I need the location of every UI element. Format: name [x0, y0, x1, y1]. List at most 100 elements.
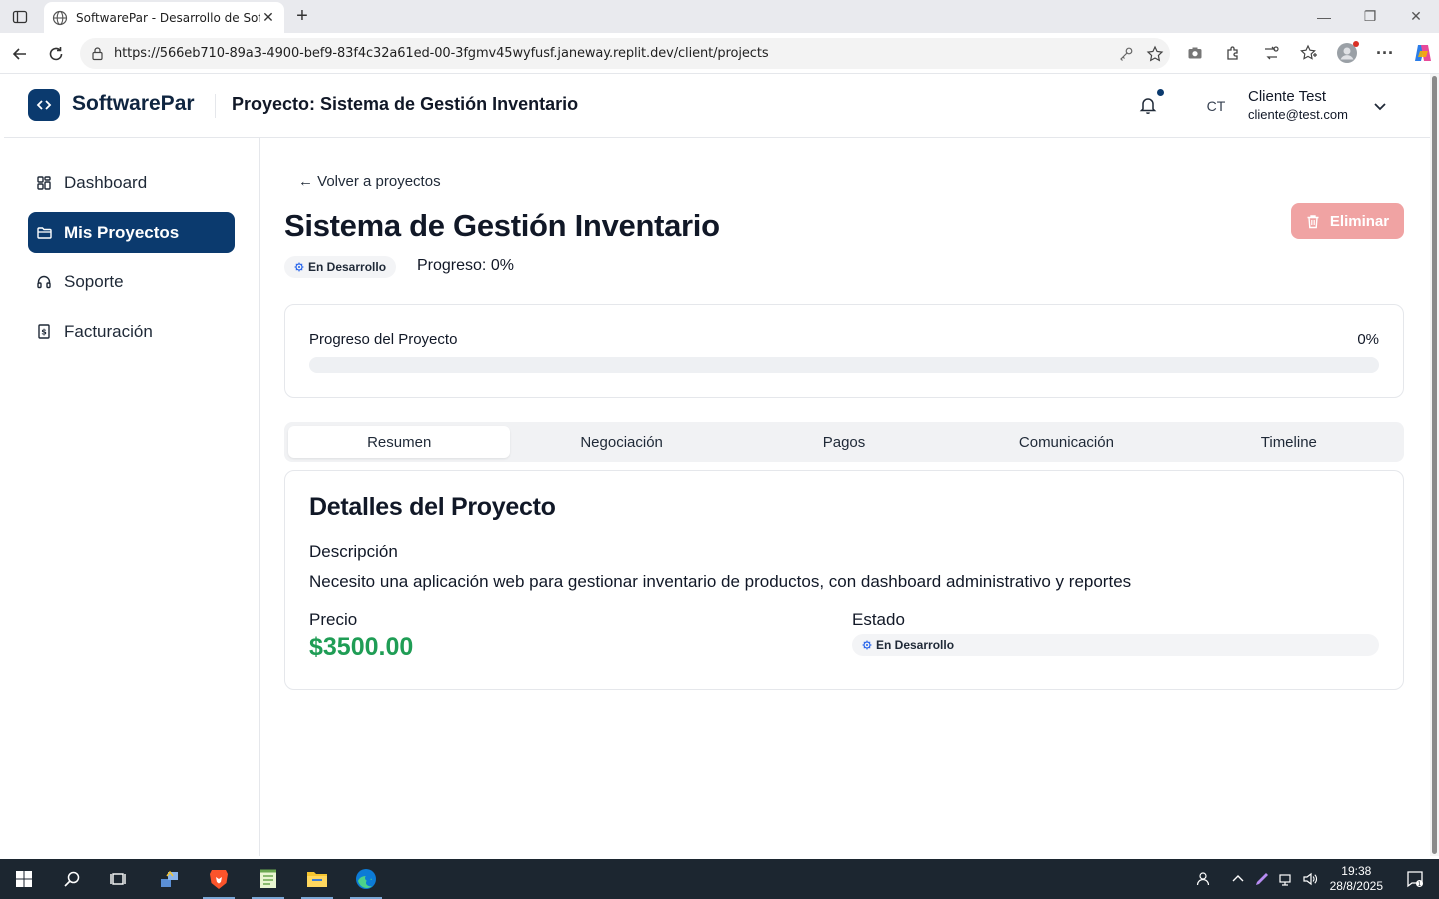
status-value: En Desarrollo [876, 638, 955, 652]
tab-timeline[interactable]: Timeline [1178, 426, 1400, 458]
notepad-plus-icon[interactable] [248, 859, 288, 899]
extensions-icon[interactable] [1221, 41, 1245, 65]
url-bar[interactable]: https://566eb710-89a3-4900-bef9-83f4c32a… [80, 38, 1170, 69]
folder-icon [36, 225, 52, 241]
sidebar-item-dashboard[interactable]: Dashboard [28, 162, 235, 203]
restore-icon[interactable]: ❐ [1347, 0, 1393, 33]
project-tabs: Resumen Negociación Pagos Comunicación T… [284, 422, 1404, 462]
grid-icon [36, 175, 52, 191]
browser-toolbar: https://566eb710-89a3-4900-bef9-83f4c32a… [0, 33, 1439, 74]
system-tray: 19:38 28/8/2025 1 [1192, 859, 1439, 899]
minimize-icon[interactable]: — [1301, 0, 1347, 33]
sidebar-item-label: Soporte [64, 271, 124, 291]
notifications-icon[interactable]: 1 [1397, 859, 1433, 899]
chevron-down-icon[interactable] [1370, 96, 1390, 116]
favorite-star-icon[interactable] [1146, 43, 1164, 63]
sidebar-item-projects[interactable]: Mis Proyectos [28, 212, 235, 253]
back-arrow-icon[interactable] [7, 41, 33, 67]
back-to-projects-link[interactable]: ← Volver a proyectos [298, 173, 441, 190]
close-window-icon[interactable]: ✕ [1393, 0, 1439, 33]
sidebar: Dashboard Mis Proyectos Soporte $ Factur… [4, 138, 260, 856]
status-label: Estado [852, 610, 905, 629]
page-scrollbar[interactable] [1430, 74, 1439, 856]
system-clock[interactable]: 19:38 28/8/2025 [1330, 864, 1383, 894]
key-icon[interactable] [1118, 43, 1134, 63]
sidebar-item-label: Facturación [64, 321, 153, 341]
sidebar-item-label: Dashboard [64, 172, 148, 192]
progress-label: Progreso del Proyecto [309, 331, 458, 348]
people-icon[interactable] [1192, 859, 1216, 899]
tab-title: SoftwarePar - Desarrollo de Software [76, 10, 260, 25]
sidebar-item-support[interactable]: Soporte [28, 261, 235, 302]
new-tab-button[interactable]: + [290, 5, 314, 27]
gear-icon [294, 262, 304, 272]
pen-icon[interactable] [1250, 859, 1274, 899]
tab-comunicacion[interactable]: Comunicación [955, 426, 1177, 458]
network-icon[interactable] [1274, 859, 1298, 899]
volume-icon[interactable] [1298, 859, 1322, 899]
details-title: Detalles del Proyecto [309, 493, 556, 521]
app-header: SoftwarePar Proyecto: Sistema de Gestión… [4, 74, 1430, 138]
clock-time: 19:38 [1341, 864, 1372, 878]
network-app-icon[interactable] [150, 859, 190, 899]
search-icon[interactable] [52, 859, 92, 899]
user-email: cliente@test.com [1248, 107, 1348, 122]
delete-button[interactable]: Eliminar [1291, 203, 1404, 239]
progress-bar [309, 357, 1379, 373]
close-tab-icon[interactable]: ✕ [260, 9, 276, 26]
bell-icon[interactable] [1137, 94, 1159, 116]
progress-summary: Progreso: 0% [417, 257, 514, 274]
progress-percent: 0% [1357, 331, 1379, 348]
delete-label: Eliminar [1329, 212, 1390, 230]
browser-tab[interactable]: SoftwarePar - Desarrollo de Software ✕ [44, 2, 284, 33]
description-label: Descripción [309, 542, 398, 561]
brave-browser-icon[interactable] [199, 859, 239, 899]
progress-card: Progreso del Proyecto 0% [284, 304, 1404, 398]
browser-tabbar: SoftwarePar - Desarrollo de Software ✕ +… [0, 0, 1439, 33]
globe-icon [52, 10, 68, 26]
svg-text:1: 1 [1418, 881, 1422, 888]
chevron-up-icon[interactable] [1226, 859, 1250, 899]
page-title: Proyecto: Sistema de Gestión Inventario [232, 94, 579, 114]
tab-negociacion[interactable]: Negociación [510, 426, 732, 458]
windows-start-icon[interactable] [4, 859, 44, 899]
tab-actions-icon[interactable] [8, 6, 32, 28]
trash-icon [1306, 214, 1320, 229]
favorites-icon[interactable] [1297, 41, 1321, 65]
user-name[interactable]: Cliente Test [1248, 88, 1326, 105]
url-text: https://566eb710-89a3-4900-bef9-83f4c32a… [114, 46, 769, 61]
status-badge-label: En Desarrollo [308, 260, 387, 274]
project-details-card: Detalles del Proyecto Descripción Necesi… [284, 470, 1404, 690]
avatar[interactable]: CT [1200, 92, 1232, 120]
svg-text:$: $ [41, 328, 47, 337]
more-menu-icon[interactable]: ··· [1373, 41, 1397, 65]
camera-icon[interactable] [1183, 41, 1207, 65]
price-value: $3500.00 [309, 633, 414, 661]
header-divider [215, 94, 216, 118]
copilot-icon[interactable] [1411, 41, 1435, 65]
gear-icon [862, 640, 872, 650]
receipt-icon: $ [36, 324, 52, 340]
edge-browser-icon[interactable] [346, 859, 386, 899]
code-logo-icon[interactable] [28, 89, 60, 121]
site-info-icon[interactable] [90, 46, 105, 61]
task-view-icon[interactable] [99, 859, 139, 899]
split-screen-icon[interactable] [1259, 41, 1283, 65]
sidebar-item-label: Mis Proyectos [64, 222, 180, 242]
taskbar: 19:38 28/8/2025 1 [0, 859, 1439, 899]
status-badge: En Desarrollo [284, 256, 397, 278]
scrollbar-thumb[interactable] [1432, 76, 1437, 854]
clock-date: 28/8/2025 [1329, 879, 1383, 893]
sidebar-item-billing[interactable]: $ Facturación [28, 311, 235, 352]
notification-dot [1157, 89, 1164, 96]
file-explorer-icon[interactable] [297, 859, 337, 899]
status-badge: En Desarrollo [852, 634, 1379, 656]
price-label: Precio [309, 610, 358, 629]
refresh-icon[interactable] [43, 41, 69, 67]
profile-avatar-icon[interactable] [1335, 41, 1359, 65]
project-title: Sistema de Gestión Inventario [284, 208, 720, 243]
tab-pagos[interactable]: Pagos [733, 426, 955, 458]
tab-resumen[interactable]: Resumen [288, 426, 511, 458]
headphones-icon [36, 274, 52, 290]
brand-name[interactable]: SoftwarePar [72, 92, 195, 116]
